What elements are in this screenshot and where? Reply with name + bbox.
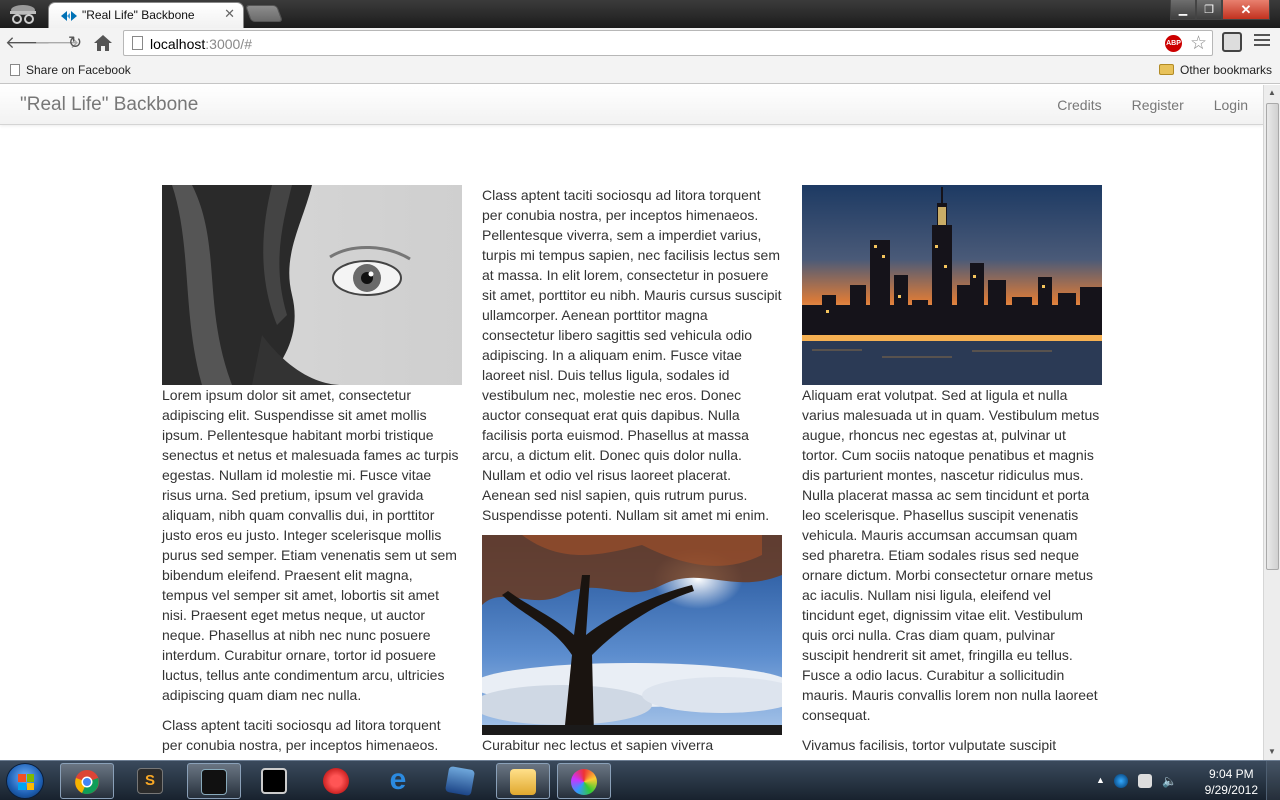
system-tray: ▲ 🔈 9:04 PM 9/29/2012	[1090, 761, 1280, 800]
tree-sky-photo	[482, 535, 782, 735]
nav-links: Credits Register Login	[1042, 85, 1263, 125]
browser-toolbar: 🡐 🡒 ↻ localhost:3000/# ABP ☆	[0, 28, 1280, 58]
woman-eye-photo	[162, 185, 462, 385]
network-globe-icon[interactable]	[1114, 774, 1128, 788]
minimize-button[interactable]: ▁	[1170, 0, 1196, 20]
new-tab-button[interactable]	[244, 5, 284, 22]
cmd-icon	[261, 768, 287, 794]
reload-icon[interactable]: ↻	[64, 32, 86, 54]
page-scrollbar[interactable]: ▲ ▼	[1263, 85, 1280, 760]
folder-icon	[1159, 64, 1174, 75]
back-arrow-icon[interactable]: 🡐	[5, 32, 51, 54]
start-button[interactable]	[6, 763, 44, 799]
clock-date: 9/29/2012	[1204, 783, 1258, 797]
page-icon	[10, 64, 20, 76]
taskbar-internet-explorer[interactable]: e	[372, 763, 426, 799]
backbone-favicon-icon	[61, 11, 77, 21]
paragraph: Vivamus facilisis, tortor vulputate susc…	[802, 737, 1057, 753]
column-2: Class aptent taciti sociosqu ad litora t…	[482, 185, 782, 760]
volume-icon[interactable]: 🔈	[1162, 774, 1177, 788]
site-navbar: "Real Life" Backbone Credits Register Lo…	[0, 85, 1263, 125]
maximize-button[interactable]: ❐	[1196, 0, 1222, 20]
url-text: localhost:3000/#	[150, 36, 252, 52]
forward-arrow-icon[interactable]: 🡒	[34, 32, 80, 54]
terminal-icon	[201, 769, 227, 795]
taskbar-chrome[interactable]	[60, 763, 114, 799]
windows-taskbar: S e ▲ 🔈 9:04 PM 9/29/2012	[0, 760, 1280, 800]
taskbar-paint[interactable]	[557, 763, 611, 799]
scroll-down-arrow-icon[interactable]: ▼	[1264, 744, 1280, 760]
taskbar-cmd[interactable]	[248, 763, 302, 799]
paragraph: Lorem ipsum dolor sit amet, consectetur …	[162, 387, 459, 703]
nav-link-credits[interactable]: Credits	[1042, 85, 1116, 125]
show-hidden-icons-icon[interactable]: ▲	[1096, 775, 1105, 785]
taskbar-sublime[interactable]: S	[124, 763, 178, 799]
folder-icon	[510, 769, 536, 795]
bookmark-star-icon[interactable]: ☆	[1190, 32, 1207, 55]
tab-title: "Real Life" Backbone	[82, 8, 195, 22]
bookmarks-bar: Share on Facebook Other bookmarks	[0, 58, 1280, 84]
paint-palette-icon	[571, 769, 597, 795]
extension-icon[interactable]	[1222, 32, 1242, 52]
menu-icon[interactable]	[1254, 34, 1270, 49]
column-1: Lorem ipsum dolor sit amet, consectetur …	[162, 185, 462, 760]
sublime-text-icon: S	[137, 768, 163, 794]
internet-explorer-icon: e	[389, 763, 407, 796]
address-bar[interactable]: localhost:3000/# ABP ☆	[123, 30, 1213, 56]
other-bookmarks[interactable]: Other bookmarks	[1159, 63, 1272, 77]
snipping-tool-icon	[323, 768, 349, 794]
show-desktop-button[interactable]	[1266, 761, 1280, 800]
home-icon[interactable]	[92, 32, 114, 54]
incognito-icon	[10, 5, 36, 24]
site-brand[interactable]: "Real Life" Backbone	[20, 94, 198, 116]
bookmark-share-on-facebook[interactable]: Share on Facebook	[10, 63, 131, 77]
nav-link-register[interactable]: Register	[1117, 85, 1199, 125]
clock-time: 9:04 PM	[1208, 767, 1254, 781]
taskbar-terminal-app[interactable]	[187, 763, 241, 799]
browser-tab[interactable]: "Real Life" Backbone ✕	[48, 2, 244, 28]
scroll-up-arrow-icon[interactable]: ▲	[1264, 85, 1280, 101]
tab-close-icon[interactable]: ✕	[224, 6, 235, 22]
taskbar-file-explorer[interactable]	[496, 763, 550, 799]
window-controls: ▁ ❐ ✕	[1170, 0, 1274, 20]
scrollbar-thumb[interactable]	[1266, 103, 1279, 570]
nav-link-login[interactable]: Login	[1199, 85, 1263, 125]
virtualbox-icon	[444, 765, 476, 797]
paragraph: Class aptent taciti sociosqu ad litora t…	[162, 717, 441, 753]
page-icon	[132, 36, 143, 50]
windows-logo-icon	[18, 774, 34, 790]
adblock-icon[interactable]: ABP	[1165, 35, 1182, 52]
paragraph: Aliquam erat volutpat. Sed at ligula et …	[802, 387, 1100, 723]
page-viewport: "Real Life" Backbone Credits Register Lo…	[0, 85, 1263, 760]
paragraph: Curabitur nec lectus et sapien viverra	[482, 737, 714, 753]
city-skyline-photo	[802, 185, 1102, 385]
column-3: Aliquam erat volutpat. Sed at ligula et …	[802, 185, 1102, 760]
taskbar-virtualbox[interactable]	[434, 763, 488, 799]
close-window-button[interactable]: ✕	[1222, 0, 1270, 20]
paragraph: Class aptent taciti sociosqu ad litora t…	[482, 187, 782, 523]
taskbar-snipping-tool[interactable]	[310, 763, 364, 799]
browser-titlebar: "Real Life" Backbone ✕ ▁ ❐ ✕	[0, 0, 1280, 28]
action-center-warning-icon[interactable]	[1138, 774, 1152, 788]
chrome-icon	[75, 770, 99, 794]
clock[interactable]: 9:04 PM 9/29/2012	[1205, 766, 1258, 798]
